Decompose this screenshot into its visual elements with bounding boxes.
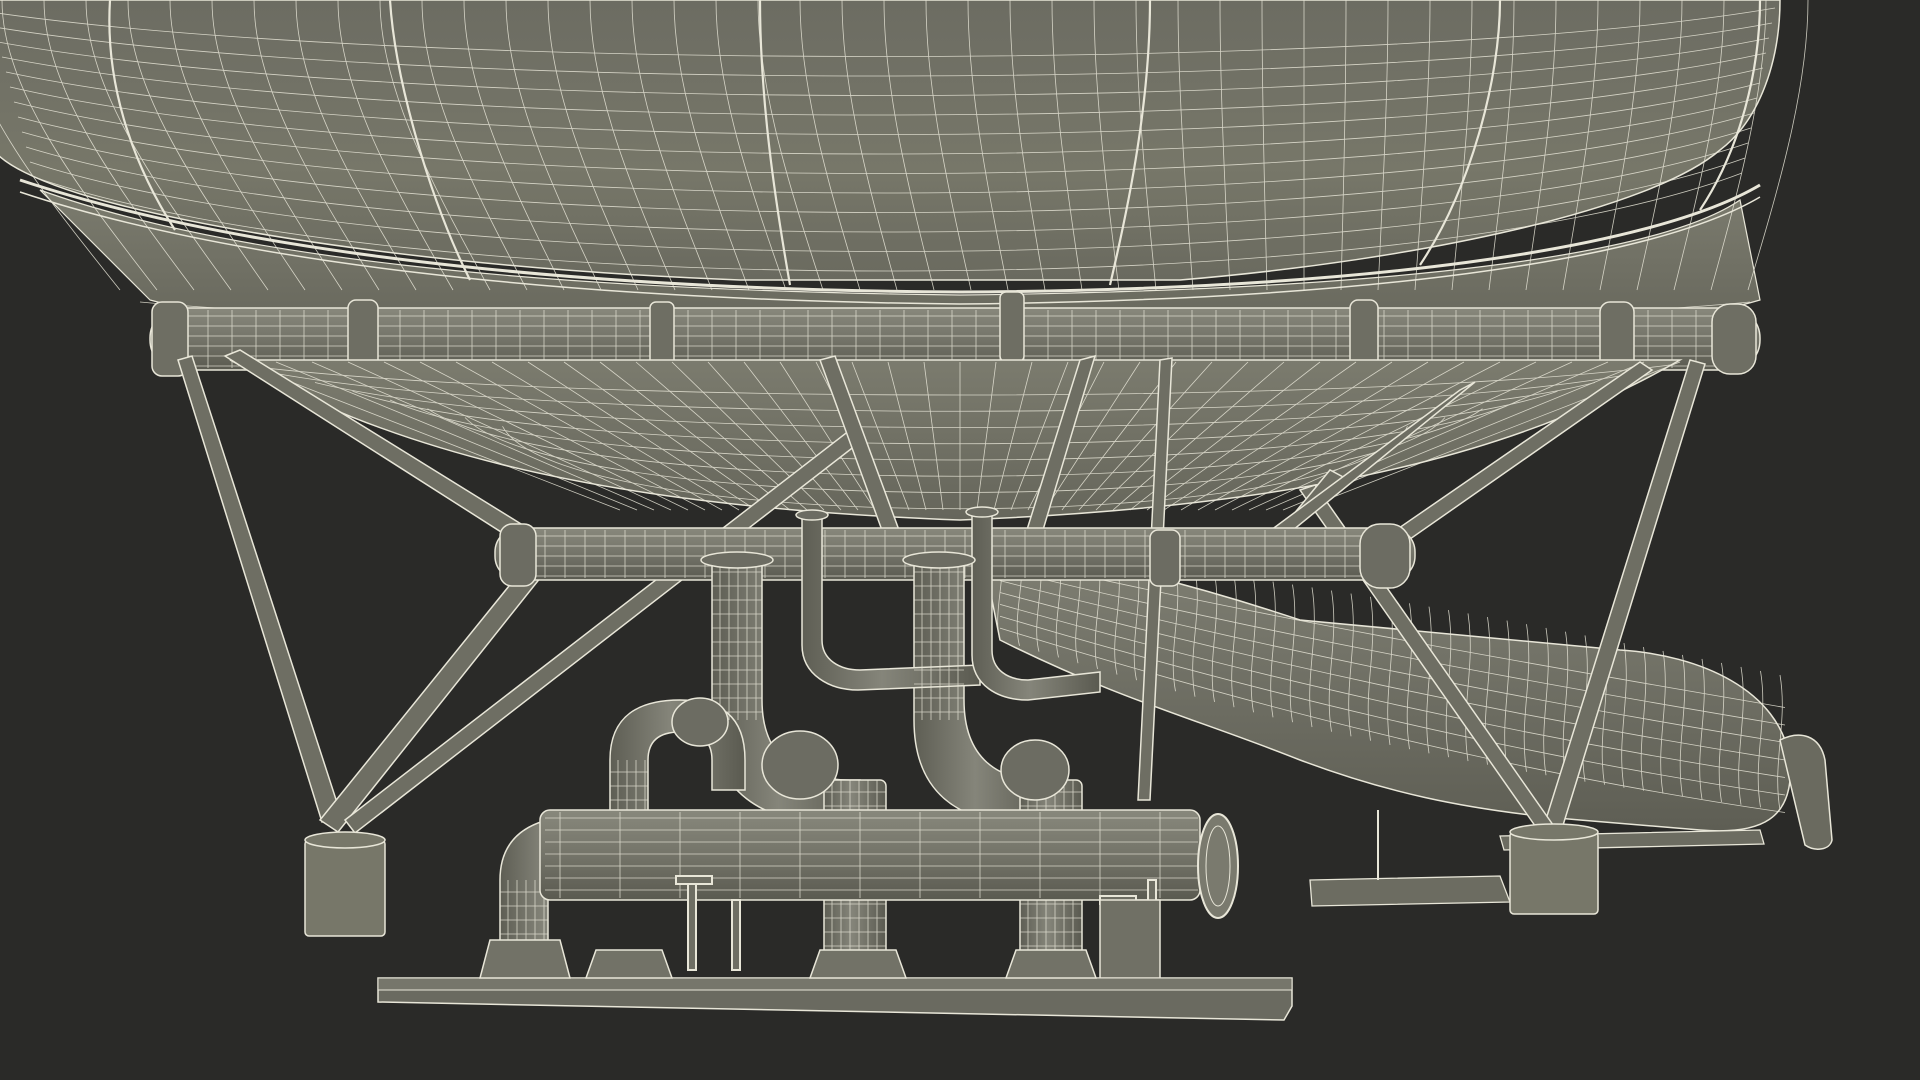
tank-dome	[0, 0, 1809, 348]
render-viewport	[0, 0, 1920, 1080]
wireframe-render	[0, 0, 1920, 1080]
